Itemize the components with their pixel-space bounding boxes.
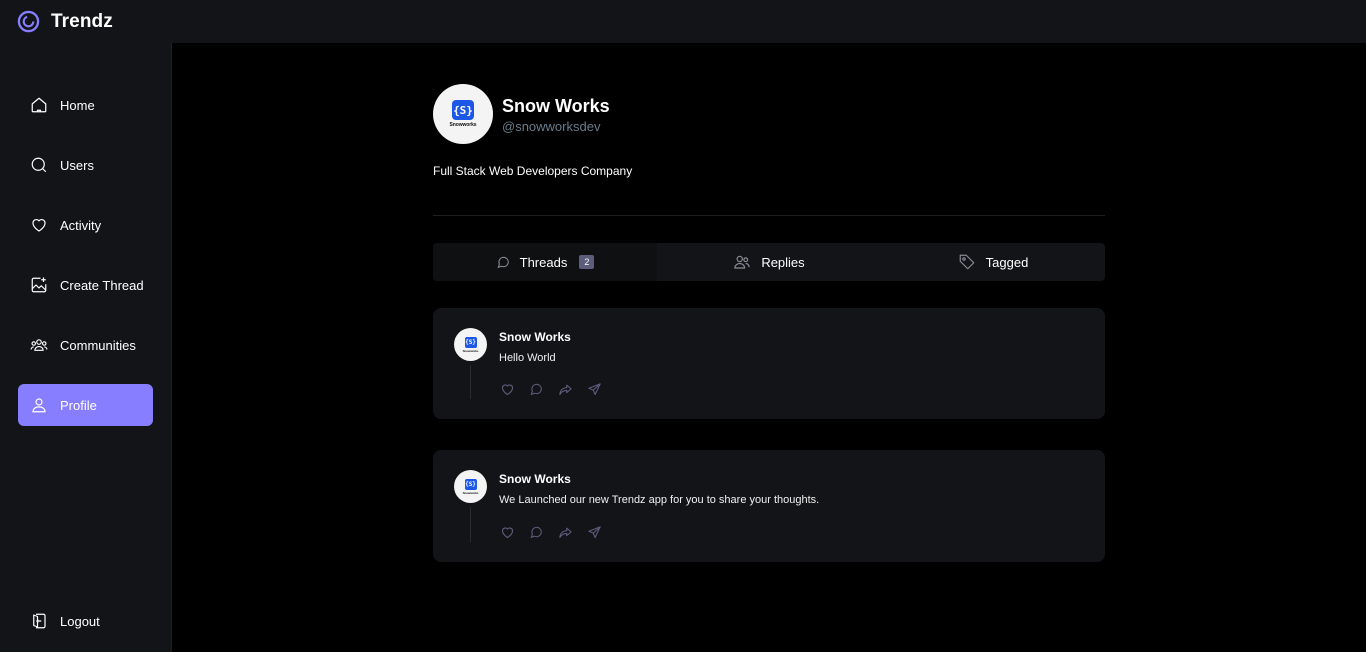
- thread-author[interactable]: Snow Works: [499, 472, 571, 486]
- thread-card[interactable]: {S} Snowworks Snow Works We Launched our…: [433, 450, 1105, 562]
- profile-bio: Full Stack Web Developers Company: [433, 164, 633, 178]
- sidebar-item-home[interactable]: Home: [18, 84, 153, 126]
- share-icon[interactable]: [586, 524, 602, 540]
- thread-line: [470, 365, 471, 399]
- threads-count-badge: 2: [579, 255, 595, 269]
- logout-icon: [30, 612, 48, 630]
- sidebar-item-label: Communities: [60, 337, 136, 353]
- trendz-logo-icon[interactable]: [17, 10, 40, 33]
- topbar: Trendz: [0, 0, 1366, 43]
- profile-name: Snow Works: [502, 96, 610, 116]
- repost-icon[interactable]: [557, 381, 573, 397]
- left-sidebar: Home Users Activity Create Thread Commun…: [0, 43, 172, 652]
- profile-handle: @snowworksdev: [502, 119, 601, 134]
- sidebar-item-activity[interactable]: Activity: [18, 204, 153, 246]
- sidebar-item-label: Users: [60, 157, 94, 173]
- user-icon: [30, 396, 48, 414]
- heart-icon[interactable]: [499, 381, 515, 397]
- heart-icon: [30, 216, 48, 234]
- sidebar-item-label: Home: [60, 97, 95, 113]
- avatar-logo-text: Snowworks: [449, 122, 477, 128]
- sidebar-item-create-thread[interactable]: Create Thread: [18, 264, 153, 306]
- tab-label: Tagged: [985, 254, 1029, 270]
- thread-actions: [499, 381, 602, 397]
- sidebar-item-profile[interactable]: Profile: [18, 384, 153, 426]
- chat-bubble-icon: [496, 255, 510, 269]
- communities-icon: [30, 336, 48, 354]
- repost-icon[interactable]: [557, 524, 573, 540]
- app-title[interactable]: Trendz: [51, 11, 113, 33]
- thread-text: Hello World: [499, 352, 556, 364]
- share-icon[interactable]: [586, 381, 602, 397]
- create-thread-icon: [30, 276, 48, 294]
- avatar: {S} Snowworks: [433, 84, 493, 144]
- sidebar-item-users[interactable]: Users: [18, 144, 153, 186]
- heart-icon[interactable]: [499, 524, 515, 540]
- home-icon: [30, 96, 48, 114]
- sidebar-item-label: Activity: [60, 217, 102, 233]
- sidebar-item-label: Create Thread: [60, 277, 144, 293]
- sidebar-item-label: Profile: [60, 397, 97, 413]
- tab-label: Threads: [519, 254, 568, 270]
- logout-label: Logout: [60, 613, 100, 629]
- thread-author[interactable]: Snow Works: [499, 330, 571, 344]
- tab-label: Replies: [761, 254, 805, 270]
- search-icon: [30, 156, 48, 174]
- reply-icon[interactable]: [528, 381, 544, 397]
- avatar[interactable]: {S} Snowworks: [454, 328, 487, 361]
- avatar[interactable]: {S} Snowworks: [454, 470, 487, 503]
- thread-text: We Launched our new Trendz app for you t…: [499, 494, 820, 506]
- snowworks-logo-icon: {S}: [464, 336, 477, 348]
- avatar-logo-text: Snowworks: [462, 348, 479, 353]
- avatar-logo-text: Snowworks: [462, 490, 479, 495]
- sidebar-item-communities[interactable]: Communities: [18, 324, 153, 366]
- thread-card[interactable]: {S} Snowworks Snow Works Hello World: [433, 308, 1105, 419]
- profile-tabs: Threads 2 Replies Tagged: [433, 243, 1105, 281]
- tab-threads[interactable]: Threads 2: [433, 243, 657, 281]
- snowworks-logo-icon: {S}: [452, 100, 474, 120]
- thread-actions: [499, 524, 602, 540]
- tab-tagged[interactable]: Tagged: [881, 243, 1105, 281]
- thread-line: [470, 507, 471, 542]
- main-content: {S} Snowworks Snow Works @snowworksdev F…: [172, 43, 1366, 652]
- reply-icon[interactable]: [528, 524, 544, 540]
- tag-icon: [958, 253, 976, 271]
- divider: [433, 215, 1105, 216]
- logout-button[interactable]: Logout: [18, 600, 153, 642]
- tab-replies[interactable]: Replies: [657, 243, 881, 281]
- members-icon: [733, 253, 751, 271]
- snowworks-logo-icon: {S}: [464, 478, 477, 490]
